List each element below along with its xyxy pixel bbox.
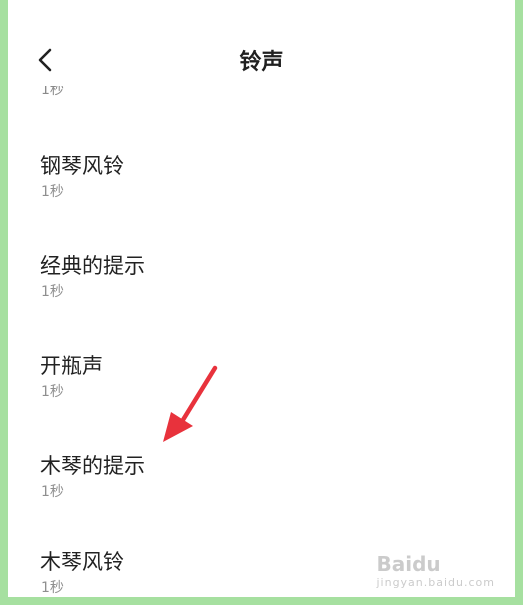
- ringtone-title: 木琴风铃: [40, 550, 124, 574]
- list-item[interactable]: 经典的提示 1秒: [8, 250, 515, 320]
- ringtone-duration: 1秒: [41, 580, 64, 596]
- partial-item-subtitle: 1秒: [41, 86, 64, 98]
- baidu-watermark: Baidu jingyan.baidu.com: [376, 552, 495, 589]
- page-title: 铃声: [239, 50, 284, 75]
- ringtone-title: 钢琴风铃: [40, 154, 124, 178]
- list-item[interactable]: 钢琴风铃 1秒: [8, 150, 515, 220]
- app-screen: 铃声 1秒 钢琴风铃 1秒 经典的提示 1秒 开瓶声 1秒 木琴的提示 1秒 木…: [8, 0, 515, 597]
- top-bar: 铃声: [8, 30, 515, 90]
- ringtone-duration: 1秒: [41, 284, 64, 300]
- ringtone-duration: 1秒: [41, 184, 64, 200]
- ringtone-title: 开瓶声: [40, 354, 103, 378]
- watermark-brand: Baidu: [376, 552, 441, 576]
- watermark-sub: jingyan.baidu.com: [376, 576, 495, 589]
- red-arrow-annotation: [163, 365, 218, 442]
- list-item[interactable]: 开瓶声 1秒: [8, 350, 515, 420]
- list-item[interactable]: 木琴的提示 1秒: [8, 450, 515, 520]
- ringtone-duration: 1秒: [41, 384, 64, 400]
- ringtone-duration: 1秒: [41, 484, 64, 500]
- ringtone-title: 经典的提示: [40, 254, 145, 278]
- ringtone-title: 木琴的提示: [40, 454, 145, 478]
